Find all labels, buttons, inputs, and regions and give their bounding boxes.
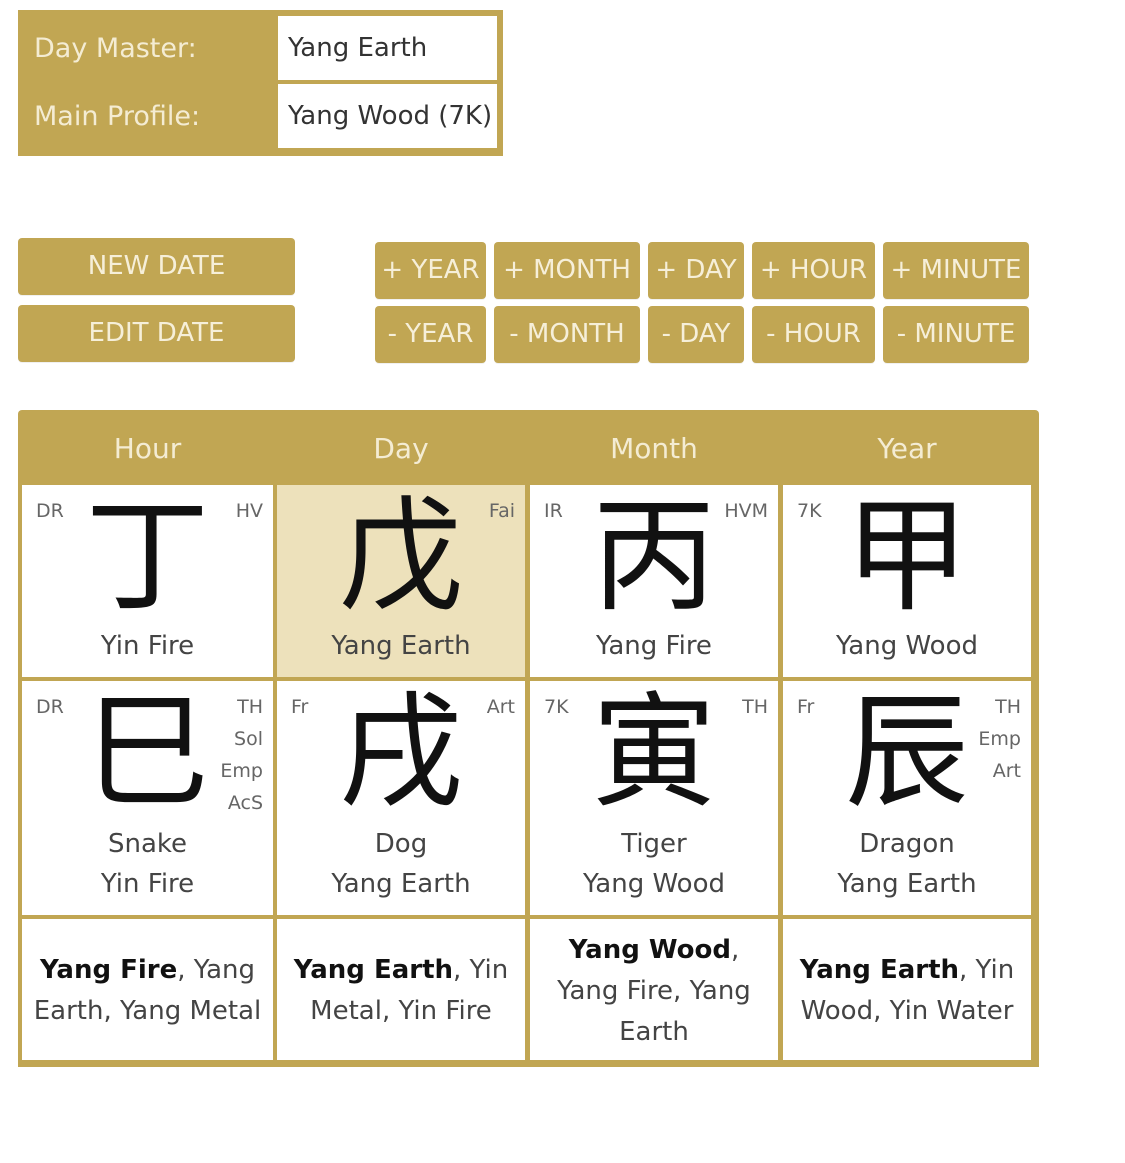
minus-year-button[interactable]: - YEAR	[375, 306, 486, 363]
day-master-value: Yang Earth	[278, 16, 497, 80]
hidden-stem-main: Yang Wood	[568, 935, 731, 965]
branch-animal: Dog	[374, 829, 428, 859]
hidden-stems-year: Yang Earth, Yin Wood, Yin Water	[783, 919, 1031, 1060]
stem-character: 甲	[844, 485, 969, 629]
new-date-button[interactable]: NEW DATE	[18, 238, 295, 295]
stem-element: Yang Earth	[331, 631, 471, 661]
hidden-stems-text: Yang Earth, Yin Wood, Yin Water	[793, 950, 1021, 1032]
hidden-stem-main: Yang Earth	[799, 955, 960, 985]
four-pillars-chart: Hour Day Month Year DR HV 丁 Yin Fire Fai…	[18, 410, 1039, 1067]
branch-cell-day[interactable]: Fr Art 戌 Dog Yang Earth	[277, 681, 525, 915]
plus-day-button[interactable]: + DAY	[648, 242, 744, 299]
hidden-stems-text: Yang Fire, Yang Earth, Yang Metal	[32, 950, 263, 1032]
stem-cell-hour[interactable]: DR HV 丁 Yin Fire	[22, 485, 273, 677]
main-profile-value: Yang Wood (7K)	[278, 84, 497, 148]
plus-hour-button[interactable]: + HOUR	[752, 242, 875, 299]
hidden-stem-main: Yang Fire	[39, 955, 178, 985]
stem-cell-year[interactable]: 7K 甲 Yang Wood	[783, 485, 1031, 677]
stem-character: 丁	[85, 485, 210, 629]
branch-character: 辰	[844, 681, 969, 825]
minus-day-button[interactable]: - DAY	[648, 306, 744, 363]
plus-year-button[interactable]: + YEAR	[375, 242, 486, 299]
main-profile-row: Main Profile: Yang Wood (7K)	[20, 84, 501, 150]
edit-date-button[interactable]: EDIT DATE	[18, 305, 295, 362]
header-hour: Hour	[113, 432, 182, 465]
plus-month-button[interactable]: + MONTH	[494, 242, 640, 299]
day-master-row: Day Master: Yang Earth	[20, 16, 501, 82]
stem-element: Yang Fire	[596, 631, 712, 661]
day-master-label: Day Master:	[34, 33, 197, 64]
minus-minute-button[interactable]: - MINUTE	[883, 306, 1029, 363]
stem-character: 戊	[338, 485, 463, 629]
header-year: Year	[877, 432, 937, 465]
branch-element: Yang Earth	[331, 869, 471, 899]
hidden-stems-hour: Yang Fire, Yang Earth, Yang Metal	[22, 919, 273, 1060]
stem-character: 丙	[591, 485, 716, 629]
branch-element: Yang Earth	[837, 869, 977, 899]
stem-cell-day[interactable]: Fai 戊 Yang Earth	[277, 485, 525, 677]
branch-animal: Tiger	[621, 829, 687, 859]
main-profile-label: Main Profile:	[34, 101, 201, 132]
branch-character: 寅	[591, 681, 716, 825]
branch-animal: Dragon	[859, 829, 955, 859]
branch-cell-hour[interactable]: DR TH Sol Emp AcS 巳 Snake Yin Fire	[22, 681, 273, 915]
profile-box: Day Master: Yang Earth Main Profile: Yan…	[18, 10, 503, 156]
stem-element: Yin Fire	[100, 631, 195, 661]
header-day: Day	[373, 432, 429, 465]
plus-minute-button[interactable]: + MINUTE	[883, 242, 1029, 299]
branch-cell-year[interactable]: Fr TH Emp Art 辰 Dragon Yang Earth	[783, 681, 1031, 915]
stem-cell-month[interactable]: IR HVM 丙 Yang Fire	[530, 485, 778, 677]
hidden-stems-text: Yang Earth, Yin Metal, Yin Fire	[287, 950, 515, 1032]
header-month: Month	[610, 432, 698, 465]
hidden-stems-month: Yang Wood, Yang Fire, Yang Earth	[530, 919, 778, 1060]
branch-character: 巳	[85, 681, 210, 825]
branch-animal: Snake	[107, 829, 188, 859]
branch-cell-month[interactable]: 7K TH 寅 Tiger Yang Wood	[530, 681, 778, 915]
branch-character: 戌	[338, 681, 463, 825]
hidden-stems-text: Yang Wood, Yang Fire, Yang Earth	[554, 930, 754, 1053]
branch-element: Yin Fire	[100, 869, 195, 899]
minus-hour-button[interactable]: - HOUR	[752, 306, 875, 363]
minus-month-button[interactable]: - MONTH	[494, 306, 640, 363]
branch-element: Yang Wood	[583, 869, 725, 899]
hidden-stem-main: Yang Earth	[293, 955, 454, 985]
stem-element: Yang Wood	[836, 631, 978, 661]
hidden-stems-day: Yang Earth, Yin Metal, Yin Fire	[277, 919, 525, 1060]
